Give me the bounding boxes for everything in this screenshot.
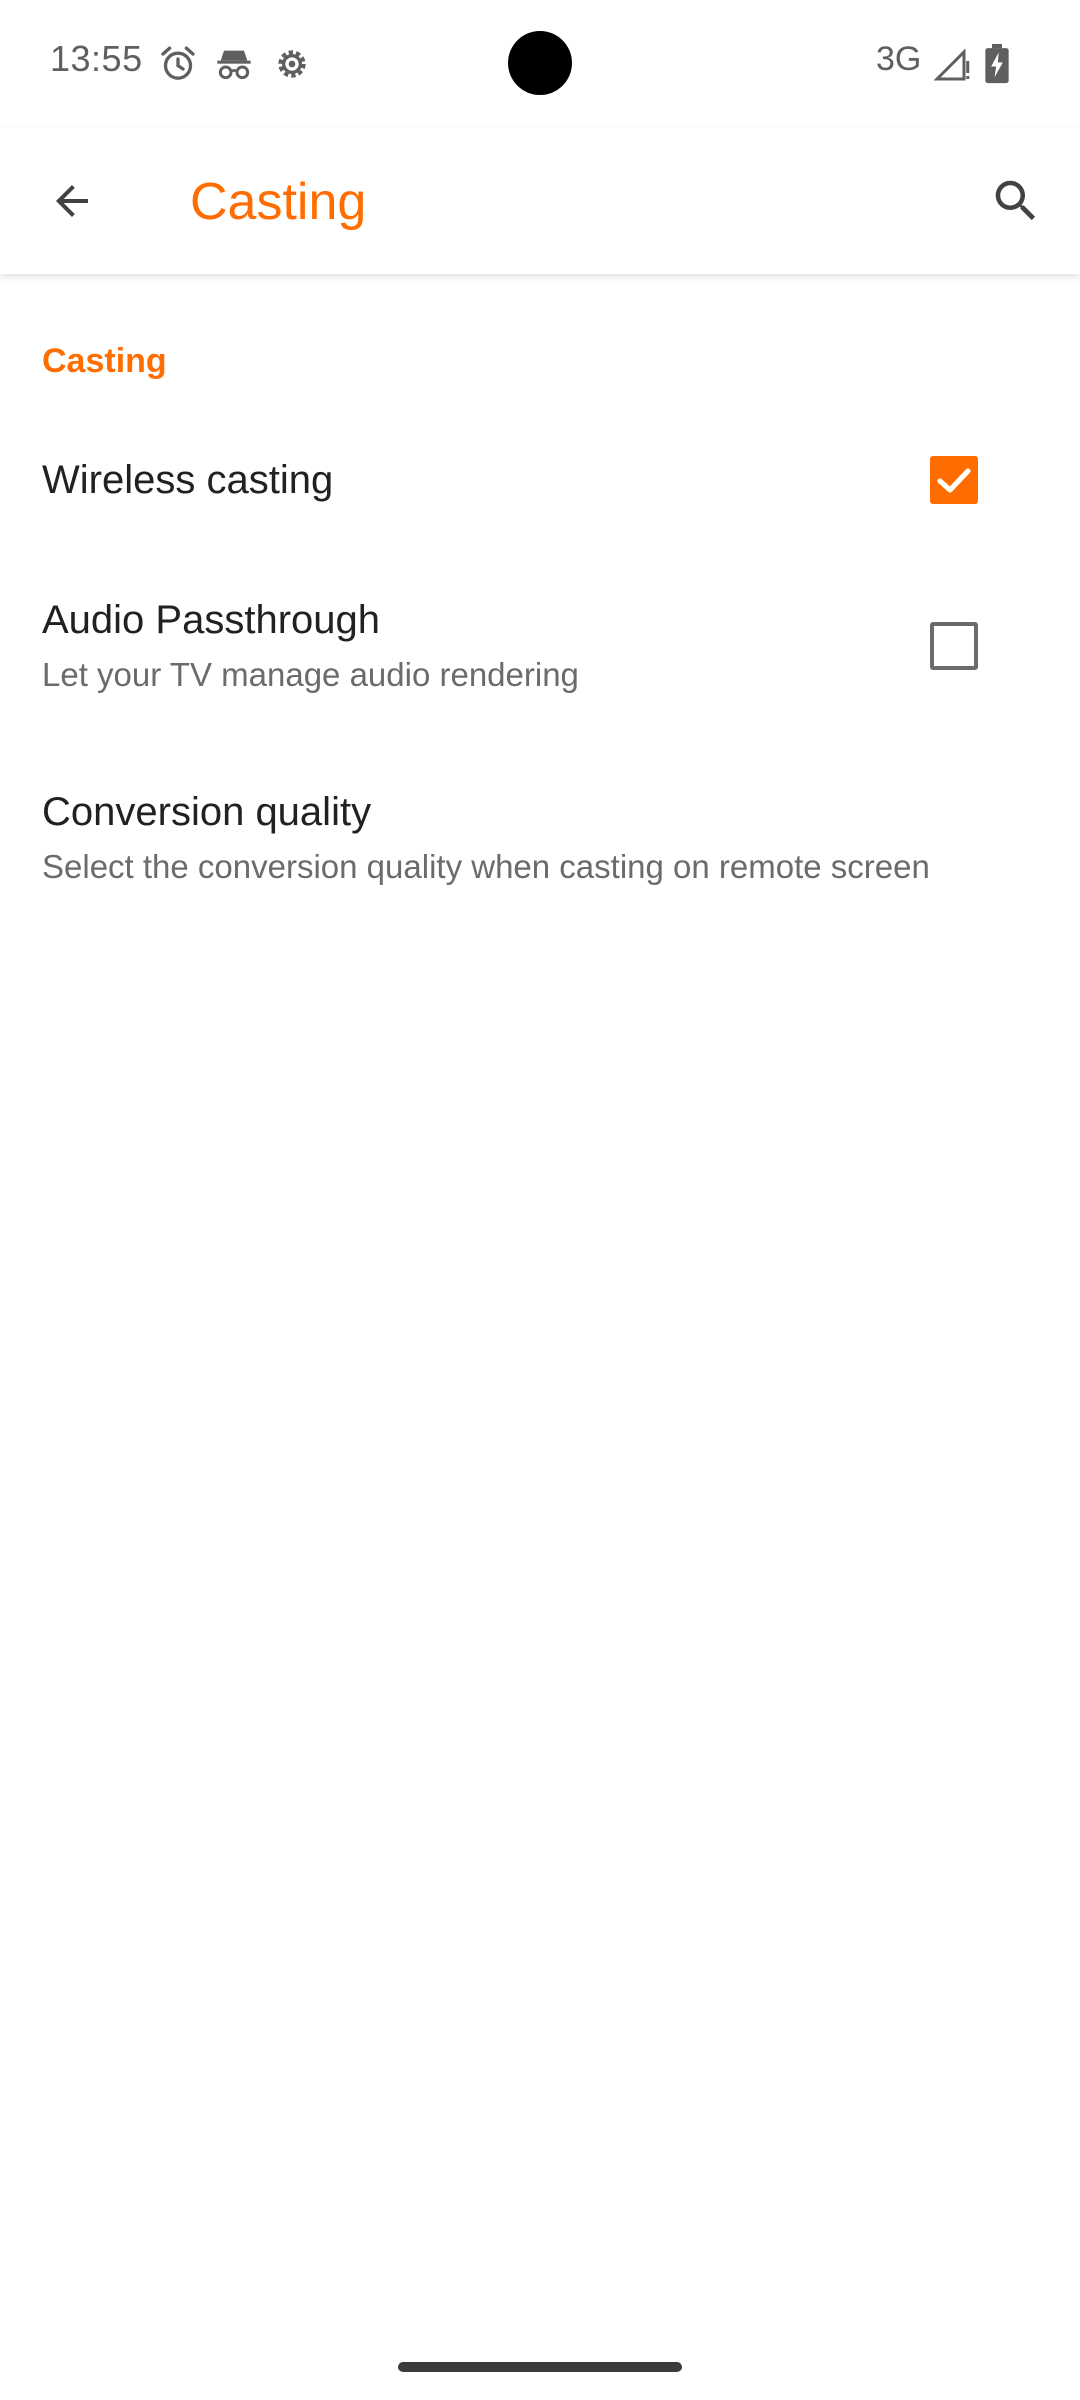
checkmark-icon bbox=[937, 468, 971, 493]
arrow-back-icon bbox=[56, 185, 88, 217]
search-button[interactable] bbox=[980, 165, 1052, 237]
alarm-icon bbox=[158, 44, 198, 84]
conversion-quality-preference[interactable]: Conversion quality Select the conversion… bbox=[0, 762, 1080, 912]
incognito-icon bbox=[214, 44, 254, 84]
audio-passthrough-preference[interactable]: Audio Passthrough Let your TV manage aud… bbox=[0, 570, 1080, 720]
network-type: 3G bbox=[876, 40, 922, 78]
back-button[interactable] bbox=[36, 165, 108, 237]
status-time: 13:55 bbox=[50, 38, 143, 79]
battery-charging-icon bbox=[982, 44, 1022, 84]
conversion-quality-summary: Select the conversion quality when casti… bbox=[42, 848, 930, 885]
search-icon bbox=[995, 180, 1036, 221]
audio-passthrough-summary: Let your TV manage audio rendering bbox=[42, 656, 579, 693]
wireless-casting-checkbox[interactable] bbox=[930, 456, 978, 504]
app-bar: Casting bbox=[0, 128, 1080, 274]
status-bar: 13:55 3G bbox=[0, 0, 1080, 128]
settings-gear-icon bbox=[272, 44, 312, 84]
audio-passthrough-checkbox[interactable] bbox=[930, 622, 978, 670]
camera-cutout bbox=[508, 31, 572, 95]
wireless-casting-title: Wireless casting bbox=[42, 458, 334, 502]
wireless-casting-preference[interactable]: Wireless casting bbox=[0, 420, 1080, 540]
gesture-navigation-bar[interactable] bbox=[398, 2362, 682, 2372]
conversion-quality-title: Conversion quality bbox=[42, 790, 372, 834]
signal-icon bbox=[933, 46, 974, 86]
audio-passthrough-title: Audio Passthrough bbox=[42, 598, 381, 642]
page-title: Casting bbox=[190, 173, 367, 231]
section-header-casting: Casting bbox=[42, 342, 167, 380]
